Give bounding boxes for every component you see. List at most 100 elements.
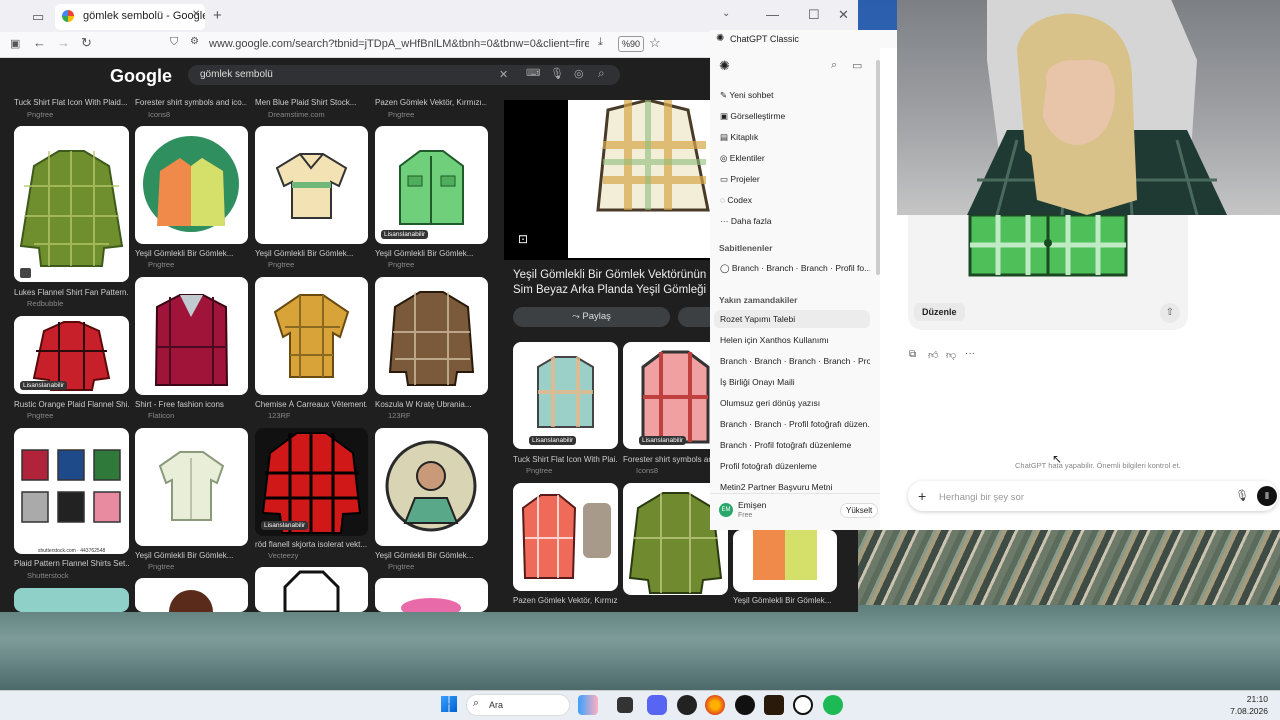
related-caption[interactable]: Tuck Shirt Flat Icon With Plai... [513,455,618,464]
result-caption[interactable]: Tuck Shirt Flat Icon With Plaid... [14,98,129,107]
result-image-polo-shirt[interactable] [255,126,368,244]
menu-new-chat[interactable]: ✎ Yeni sohbet [720,90,870,101]
menu-more[interactable]: ··· Daha fazla [720,216,870,226]
openai-home-icon[interactable]: ✺ [719,58,730,74]
result-image-man-portrait[interactable] [375,428,488,546]
recent-chat-item[interactable]: Helen için Xanthos Kullanımı [720,335,870,345]
tab-overview-icon[interactable]: ▭ [32,9,44,25]
edit-image-button[interactable]: Düzenle [914,303,965,321]
result-caption[interactable]: Yeşil Gömlekli Bir Gömlek... [135,249,247,258]
app-icon[interactable] [677,695,697,715]
result-image-plaid-set[interactable] [14,428,129,554]
related-image-tuck-shirt[interactable] [513,342,618,449]
zoom-indicator[interactable]: %90 [618,36,644,52]
upgrade-button[interactable]: Yükselt [840,503,879,518]
result-caption[interactable]: Rustic Orange Plaid Flannel Shi... [14,400,129,409]
reload-icon[interactable]: ↻ [81,35,92,51]
related-caption[interactable]: Yeşil Gömlekli Bir Gömlek... [733,596,838,605]
menu-plugins[interactable]: ◎ Eklentiler [720,153,870,164]
related-caption[interactable]: Pazen Gömlek Vektör, Kırmız... [513,596,618,605]
result-image-green-shirt[interactable] [375,126,488,244]
result-image-partial[interactable] [255,567,368,612]
result-image-cream-shirt[interactable] [135,428,248,546]
toggle-sidebar-icon[interactable]: ▭ [852,59,862,72]
share-image-icon[interactable]: ⇧ [1160,303,1180,323]
recent-chat-item[interactable]: İş Birliği Onayı Maili [720,377,870,387]
sidebar-icon[interactable]: ▣ [10,37,20,50]
pinned-chat-item[interactable]: ◯ Branch · Branch · Branch · Profil fo..… [720,263,870,274]
related-image-red-shirt[interactable] [513,483,618,591]
close-window-icon[interactable]: ✕ [838,7,849,23]
result-image-yellow-plaid[interactable] [255,277,368,395]
result-caption[interactable]: Koszula W Kratę Ubrania... [375,400,487,409]
related-caption[interactable]: Forester shirt symbols and... [623,455,713,464]
clock-time[interactable]: 21:10 [1236,694,1268,704]
voice-mode-icon[interactable]: ⦀ [1257,486,1277,506]
result-caption[interactable]: röd flanell skjorta isolerat vekt... [255,540,367,549]
result-caption[interactable]: Lukes Flannel Shirt Fan Pattern... [14,288,129,297]
wow-icon[interactable] [764,695,784,715]
share-button[interactable]: ⤳ Paylaş [513,307,670,327]
thumbs-down-icon[interactable]: 👎︎ [946,349,956,361]
result-image-brown-plaid[interactable] [375,277,488,395]
bookmark-star-icon[interactable]: ☆ [649,35,661,51]
sidebar-scrollbar[interactable] [876,60,880,275]
google-logo[interactable]: Google [110,66,172,87]
result-caption[interactable]: Pazen Gömlek Vektör, Kırmızı... [375,98,487,107]
result-image-flannel-green[interactable] [14,126,129,282]
recent-chat-item[interactable]: Olumsuz geri dönüş yazısı [720,398,870,408]
result-image-orange-shirt[interactable] [135,126,248,244]
widgets-icon[interactable] [578,695,598,715]
forward-icon[interactable]: → [57,35,70,50]
recent-chat-item[interactable]: Branch · Branch · Profil fotoğrafı düzen… [720,419,870,429]
recent-chat-item[interactable]: Metin2 Partner Başvuru Metni [720,482,870,492]
visual-search-icon[interactable]: ⊡ [518,232,528,246]
tab-google-search[interactable]: gömlek sembolü - Google'da A [55,4,205,30]
result-caption[interactable]: Men Blue Plaid Shirt Stock... [255,98,367,107]
permissions-icon[interactable]: ⚙ [190,36,199,47]
clock-date[interactable]: 7.08.2026 [1220,706,1268,716]
recent-chat-item[interactable]: Branch · Profil fotoğrafı düzenleme [720,440,870,450]
clear-search-icon[interactable]: ✕ [499,68,508,81]
more-options-icon[interactable]: ··· [965,348,975,359]
download-page-icon[interactable]: ⤓ [598,36,603,49]
preview-title[interactable]: Yeşil Gömlekli Bir Gömlek Vektörünün Sim… [513,268,713,298]
result-image-partial[interactable] [135,578,248,612]
lens-icon[interactable]: ◎ [574,67,584,80]
avatar[interactable]: EM [719,503,733,517]
recent-chat-item[interactable]: Branch · Branch · Branch · Branch · Prof… [720,356,870,366]
recent-chat-item[interactable]: Profil fotoğrafı düzenleme [720,461,870,471]
taskbar-search[interactable]: Ara [466,694,570,716]
mic-icon[interactable]: 🎙 [550,67,564,80]
related-image-orange-shirt[interactable] [733,530,837,592]
menu-library[interactable]: ▤ Kitaplık [720,132,870,143]
maximize-icon[interactable]: ☐ [808,7,820,23]
new-tab-icon[interactable]: + [213,7,222,24]
url-field[interactable]: www.google.com/search?tbnid=jTDpA_wHfBnl… [209,38,589,50]
task-view-icon[interactable] [617,697,633,713]
tab-list-icon[interactable]: ⌄ [722,8,730,19]
user-name[interactable]: Emişen [738,500,766,510]
close-tab-icon[interactable]: ✕ [192,9,200,20]
result-image-partial[interactable] [375,578,488,612]
result-caption[interactable]: Yeşil Gömlekli Bir Gömlek... [255,249,367,258]
result-image-partial[interactable] [14,588,129,612]
prompt-input[interactable]: Herhangi bir şey sor [939,492,1024,503]
menu-projects[interactable]: ▭ Projeler [720,174,870,185]
menu-codex[interactable]: ◌ Codex [720,195,870,205]
keyboard-icon[interactable]: ⌨ [526,68,540,79]
chatgpt-taskbar-icon[interactable] [793,695,813,715]
search-chats-icon[interactable]: ⌕ [831,59,837,72]
result-caption[interactable]: Yeşil Gömlekli Bir Gömlek... [375,249,487,258]
add-attachment-icon[interactable]: + [918,488,926,504]
minimize-icon[interactable]: — [766,7,779,22]
result-caption[interactable]: Yeşil Gömlekli Bir Gömlek... [135,551,247,560]
spotify-icon[interactable] [823,695,843,715]
obs-icon[interactable] [735,695,755,715]
shield-icon[interactable]: ⛉ [170,36,178,49]
result-image-red-black-plaid[interactable] [255,428,368,536]
result-caption[interactable]: Plaid Pattern Flannel Shirts Set... [14,559,129,568]
result-caption[interactable]: Shirt - Free fashion icons [135,400,247,409]
result-image-maroon-jacket[interactable] [135,277,248,395]
back-icon[interactable]: ← [33,35,46,50]
